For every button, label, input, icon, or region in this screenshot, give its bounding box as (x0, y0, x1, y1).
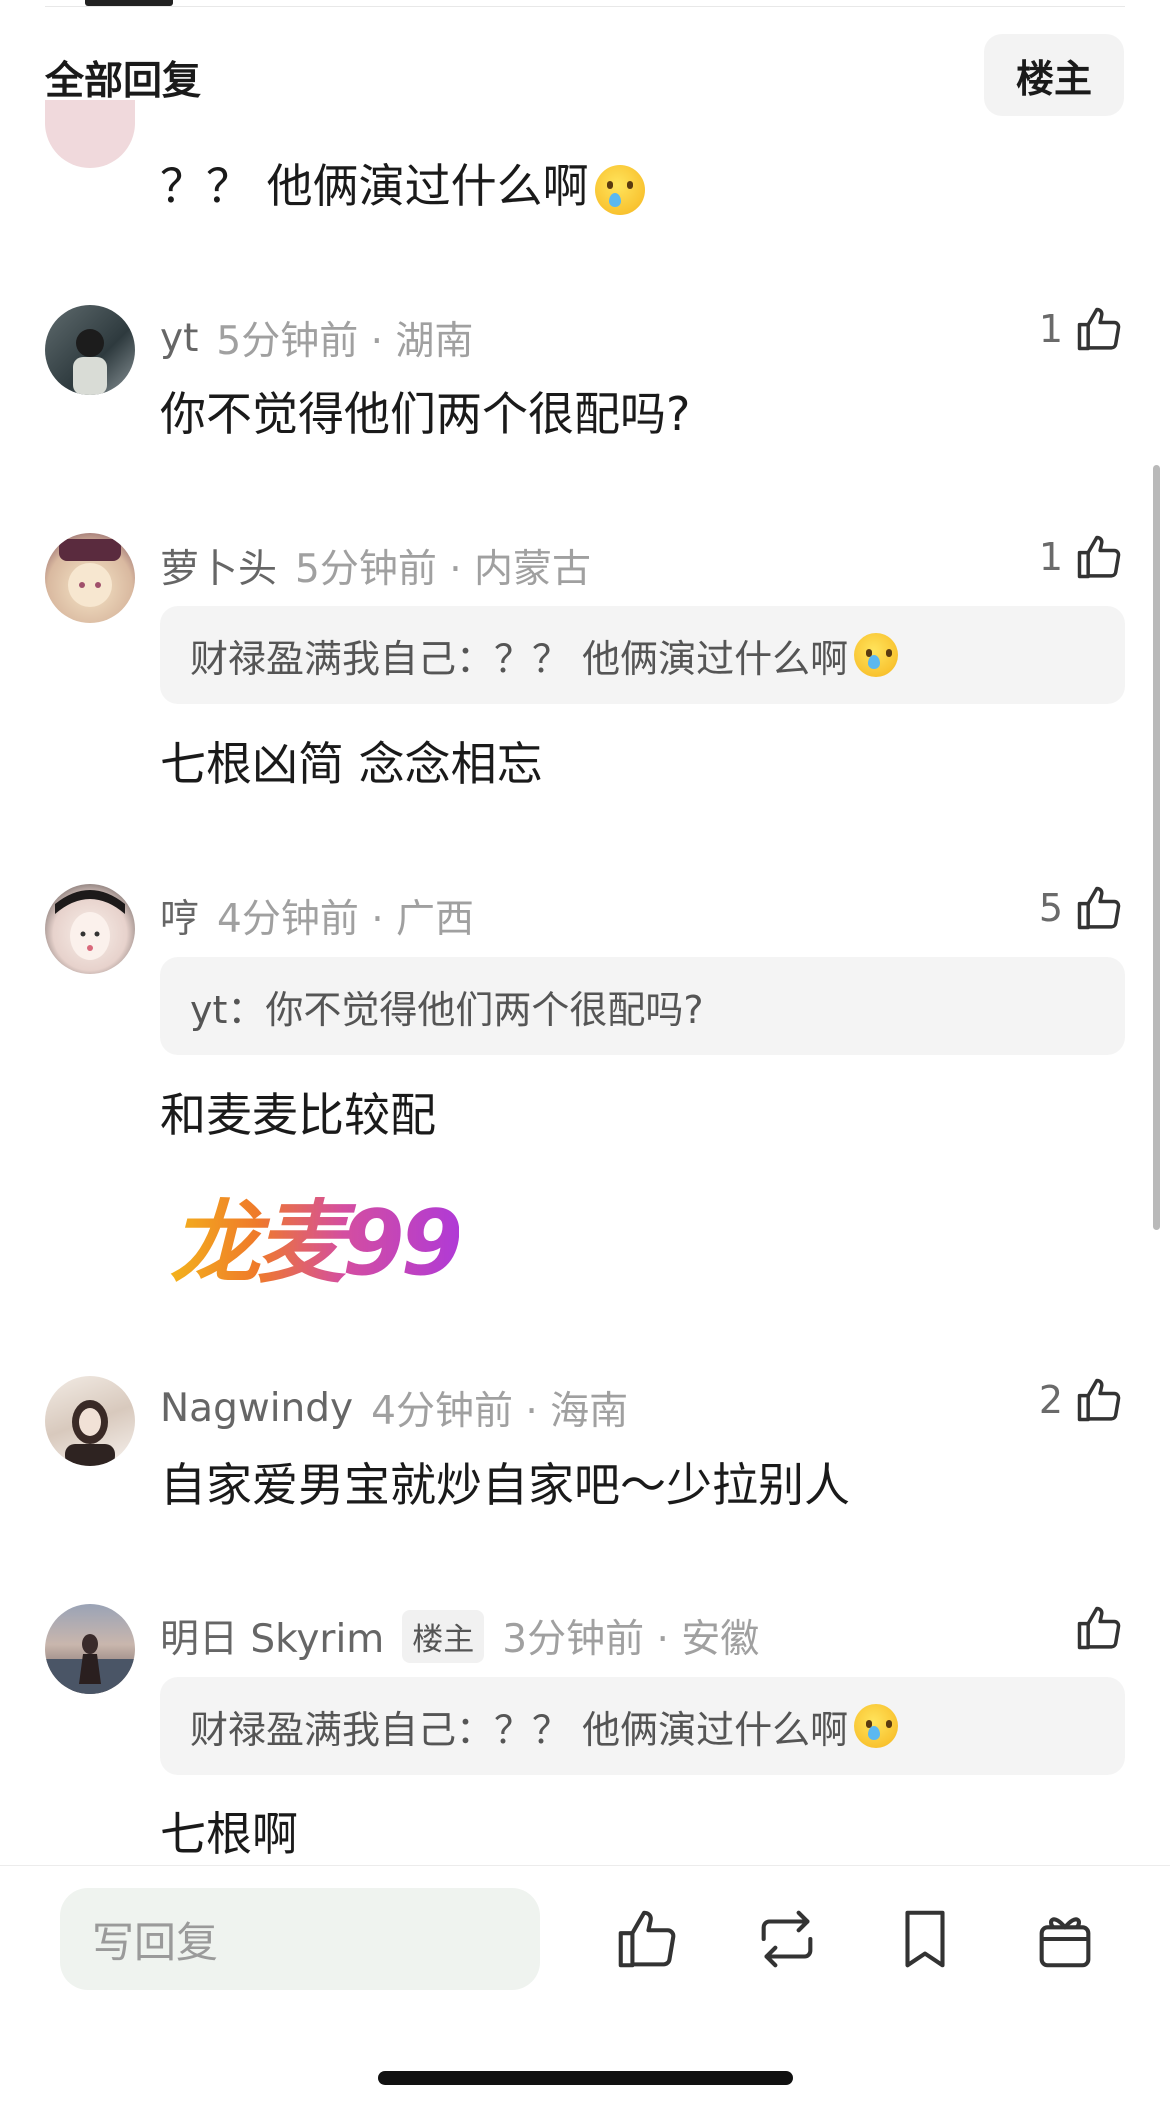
avatar[interactable] (45, 1376, 135, 1466)
thumbs-up-icon (1077, 886, 1121, 930)
avatar[interactable] (45, 1604, 135, 1694)
quoted-text: yt：你不觉得他们两个很配吗? (190, 987, 704, 1032)
timestamp-location: 5分钟前 · 内蒙古 (295, 547, 592, 592)
comment-body: 和麦麦比较配 (160, 1088, 436, 1142)
sticker-image[interactable]: 龙麦99 (170, 1170, 463, 1300)
timestamp-location: 4分钟前 · 广西 (217, 897, 475, 942)
timestamp-location: 4分钟前 · 海南 (371, 1389, 629, 1434)
comment-header: 明日 Skyrim 楼主 3分钟前 · 安徽 (160, 1608, 759, 1664)
thumbs-up-icon (1077, 1606, 1121, 1650)
quoted-text: 财禄盈满我自己：？？ 他俩演过什么啊 (190, 636, 849, 681)
gift-icon[interactable] (1030, 1904, 1100, 1974)
comment-body: 七根啊 (160, 1807, 298, 1861)
comment-header: Nagwindy 4分钟前 · 海南 (160, 1380, 628, 1436)
quoted-reply[interactable]: 财禄盈满我自己：？？ 他俩演过什么啊 (160, 1677, 1125, 1775)
like-button[interactable]: 1 (1039, 531, 1125, 583)
crying-face-emoji-icon (854, 633, 899, 677)
timestamp-location: 3分钟前 · 安徽 (502, 1617, 760, 1662)
crying-face-emoji-icon (854, 1704, 899, 1748)
quoted-text: 财禄盈满我自己：？？ 他俩演过什么啊 (190, 1707, 849, 1752)
thumbs-up-icon (1077, 307, 1121, 351)
like-button[interactable] (1063, 1602, 1125, 1654)
like-button[interactable]: 1 (1039, 303, 1125, 355)
quoted-reply[interactable]: 财禄盈满我自己：？？ 他俩演过什么啊 (160, 606, 1125, 704)
bookmark-icon[interactable] (890, 1904, 960, 1974)
top-divider (45, 6, 1125, 7)
like-button[interactable]: 2 (1039, 1374, 1125, 1426)
thumbs-up-icon[interactable] (612, 1904, 682, 1974)
comment-header: 哼 4分钟前 · 广西 (160, 888, 474, 944)
comment-body: ？？ 他俩演过什么啊 (160, 150, 645, 216)
repost-icon[interactable] (752, 1904, 822, 1974)
like-count: 2 (1038, 1378, 1063, 1422)
tab-indicator (85, 0, 173, 6)
avatar[interactable] (45, 100, 135, 168)
username[interactable]: 明日 Skyrim (160, 1608, 384, 1664)
comment-body: 你不觉得他们两个很配吗? (160, 387, 691, 441)
avatar[interactable] (45, 533, 135, 623)
quoted-reply[interactable]: yt：你不觉得他们两个很配吗? (160, 957, 1125, 1055)
avatar[interactable] (45, 884, 135, 974)
author-only-filter-button[interactable]: 楼主 (984, 34, 1124, 116)
original-poster-badge: 楼主 (402, 1609, 485, 1663)
timestamp-location: 5分钟前 · 湖南 (216, 319, 474, 364)
home-indicator (378, 2071, 793, 2085)
like-button[interactable]: 5 (1039, 882, 1125, 934)
username[interactable]: 哼 (160, 888, 199, 944)
username[interactable]: Nagwindy (160, 1386, 353, 1431)
comment-body: 七根凶简 念念相忘 (160, 737, 543, 791)
like-count: 1 (1038, 535, 1063, 579)
like-count: 5 (1038, 886, 1063, 930)
comment-header: yt 5分钟前 · 湖南 (160, 310, 473, 366)
section-title: 全部回复 (45, 59, 202, 104)
comment-body: 自家爱男宝就炒自家吧～少拉别人 (160, 1458, 850, 1512)
thumbs-up-icon (1077, 535, 1121, 579)
scrollbar[interactable] (1153, 465, 1160, 1230)
comment-text: ？？ 他俩演过什么啊 (160, 159, 589, 213)
avatar[interactable] (45, 305, 135, 395)
bottom-bar-divider (0, 1865, 1170, 1866)
thumbs-up-icon (1077, 1378, 1121, 1422)
crying-face-emoji-icon (594, 164, 645, 215)
like-count: 1 (1038, 307, 1063, 351)
username[interactable]: 萝卜头 (160, 538, 277, 594)
comment-header: 萝卜头 5分钟前 · 内蒙古 (160, 538, 591, 594)
username[interactable]: yt (160, 316, 198, 361)
reply-input[interactable]: 写回复 (60, 1888, 540, 1990)
